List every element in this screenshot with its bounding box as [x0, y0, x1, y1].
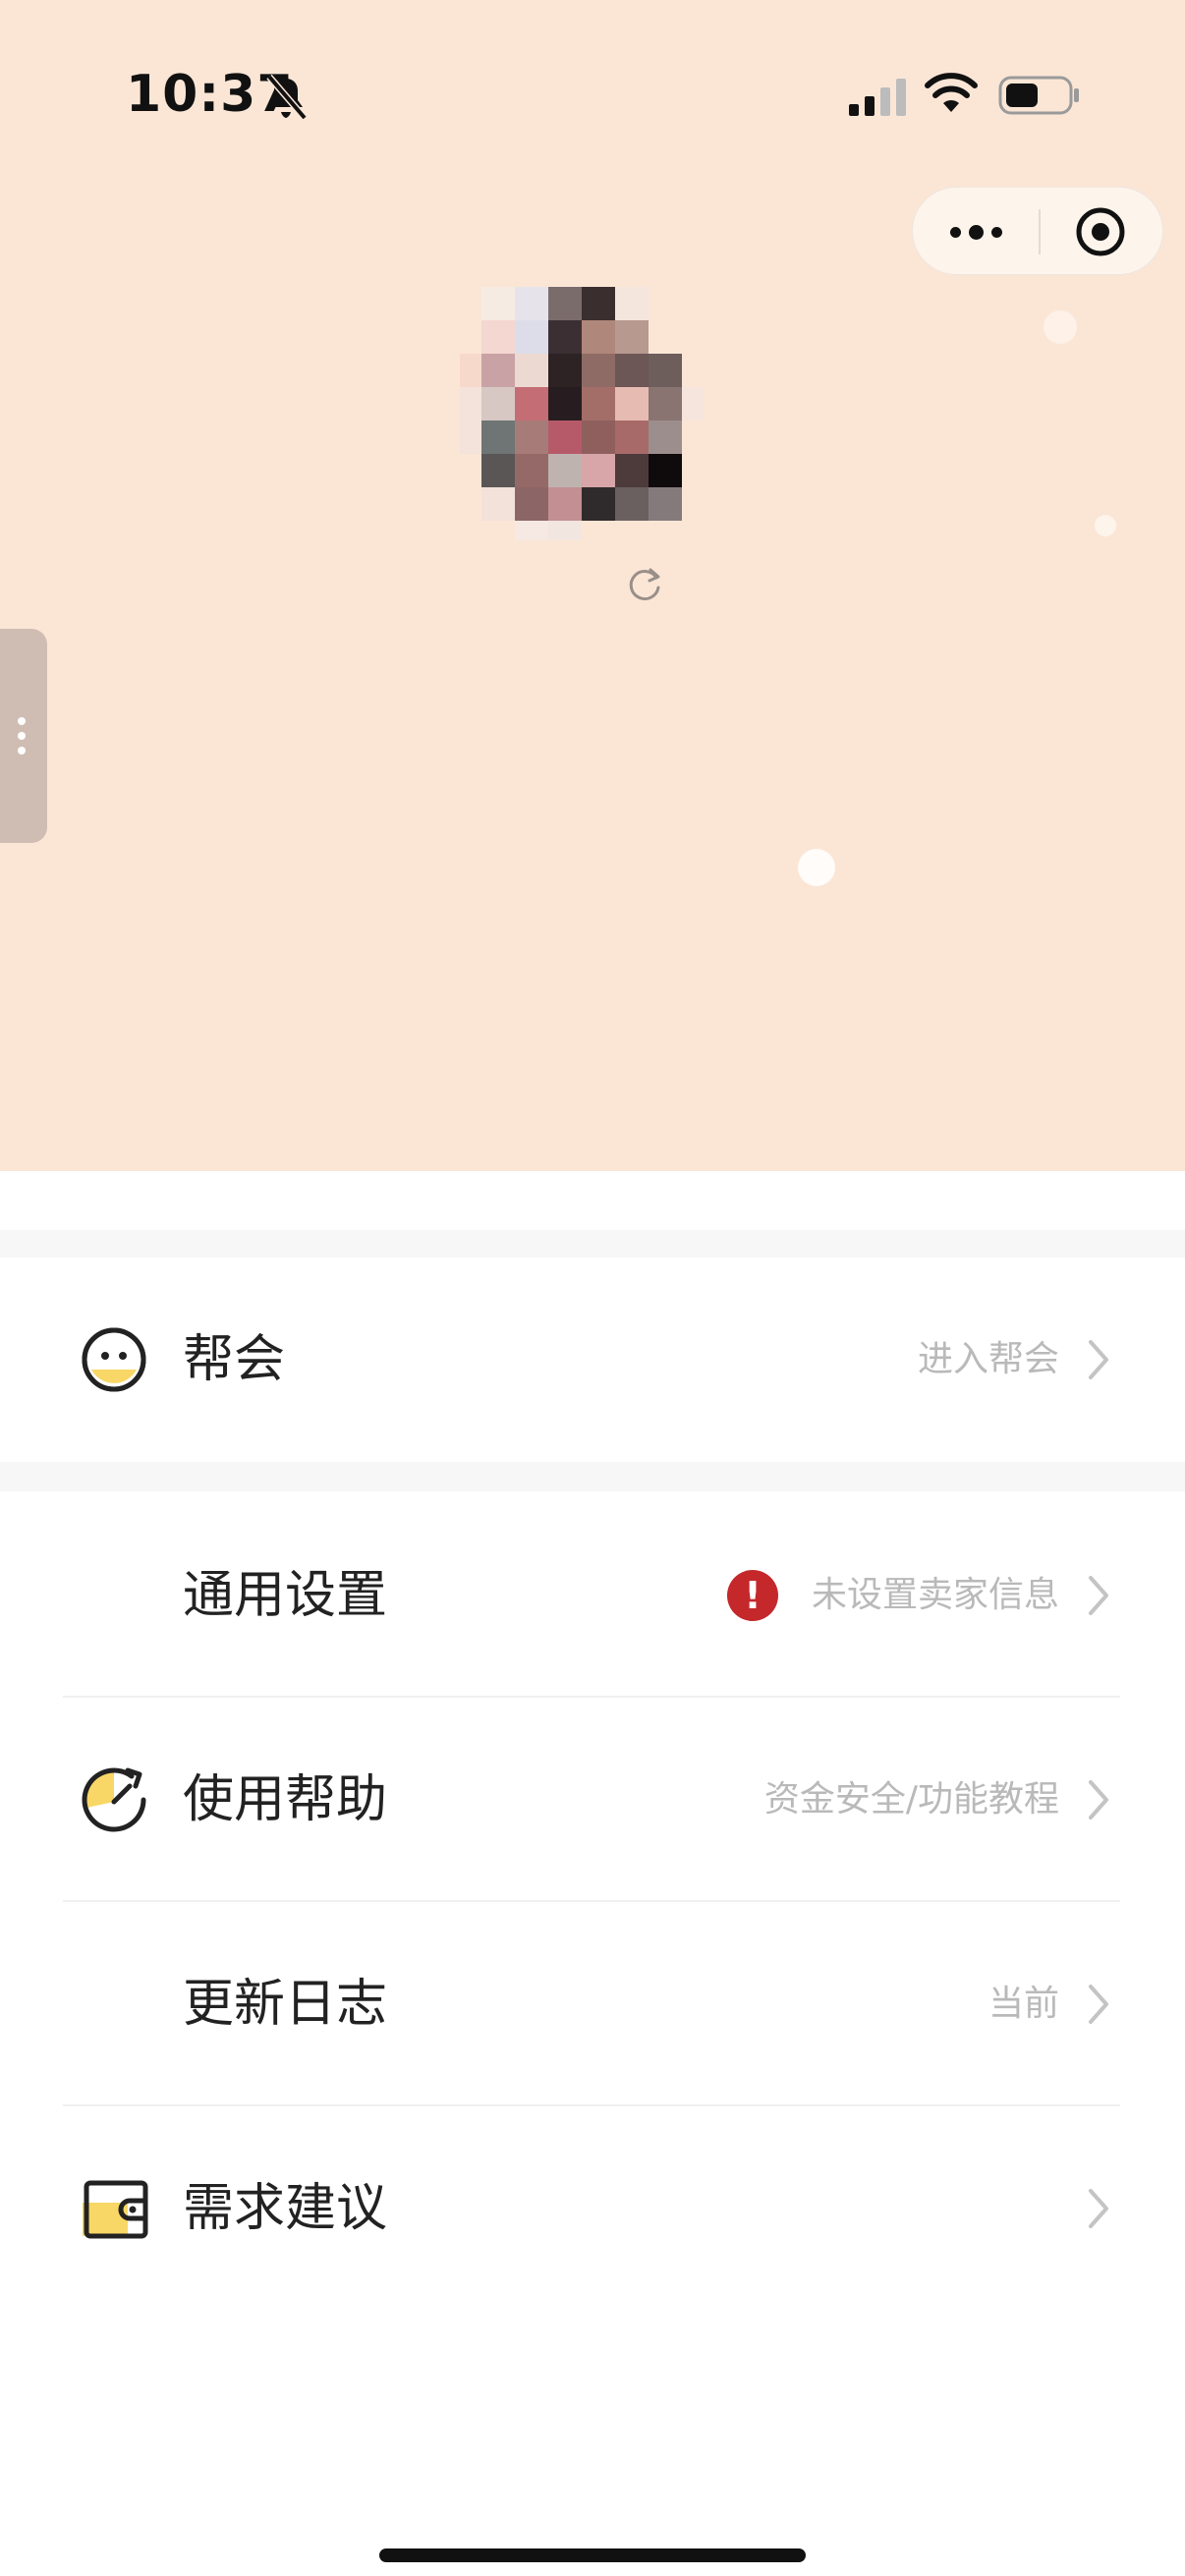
menu-row-guild[interactable]: 帮会 进入帮会 — [0, 1258, 1185, 1462]
battery-icon — [998, 76, 1079, 115]
menu-label-help: 使用帮助 — [183, 1770, 388, 1829]
menu-hint-general-settings: 未设置卖家信息 — [811, 1575, 1059, 1615]
section-gap — [0, 1230, 1185, 1258]
refresh-icon[interactable] — [625, 564, 664, 605]
menu-hint-guild: 进入帮会 — [917, 1339, 1059, 1379]
vertical-dots-icon — [18, 717, 28, 758]
home-indicator[interactable] — [379, 2548, 806, 2562]
avatar[interactable] — [450, 275, 735, 540]
wifi-icon — [925, 73, 978, 112]
profile-header: 10:37 — [0, 0, 1185, 1171]
gauge-refresh-icon — [82, 1767, 146, 1832]
menu-hint-help: 资金安全/功能教程 — [763, 1779, 1059, 1820]
wallet-icon — [83, 2180, 148, 2239]
chevron-right-icon — [1089, 1576, 1108, 1615]
menu-hint-changelog: 当前 — [988, 1984, 1059, 2024]
section-gap — [0, 1462, 1185, 1491]
menu-row-changelog[interactable]: 更新日志 当前 — [0, 1902, 1185, 2104]
chevron-right-icon — [1089, 1780, 1108, 1820]
exclamation-warning-icon: ! — [727, 1570, 778, 1621]
menu-label-guild: 帮会 — [183, 1330, 286, 1389]
menu-row-feedback[interactable]: 需求建议 — [0, 2106, 1185, 2311]
header-bottom-strip — [0, 1171, 1185, 1230]
decorative-bubble — [798, 849, 835, 886]
close-target-icon[interactable] — [1074, 205, 1127, 258]
smile-face-icon — [82, 1327, 146, 1392]
decorative-bubble — [1044, 310, 1077, 344]
chevron-right-icon — [1089, 1340, 1108, 1379]
chevron-right-icon — [1089, 2189, 1108, 2228]
menu-label-feedback: 需求建议 — [183, 2179, 388, 2238]
chevron-right-icon — [1089, 1985, 1108, 2024]
bell-muted-icon — [266, 74, 308, 121]
decorative-bubble — [1095, 515, 1116, 536]
menu-row-help[interactable]: 使用帮助 资金安全/功能教程 — [0, 1698, 1185, 1900]
mini-program-capsule — [912, 187, 1163, 275]
side-drawer-handle[interactable] — [0, 629, 47, 843]
more-icon[interactable] — [944, 209, 1007, 254]
capsule-divider — [1039, 209, 1041, 254]
menu-label-general-settings: 通用设置 — [183, 1566, 388, 1625]
cellular-signal-icon — [849, 79, 906, 116]
menu-label-changelog: 更新日志 — [183, 1975, 388, 2034]
menu-row-general-settings[interactable]: 通用设置 ! 未设置卖家信息 — [0, 1491, 1185, 1696]
